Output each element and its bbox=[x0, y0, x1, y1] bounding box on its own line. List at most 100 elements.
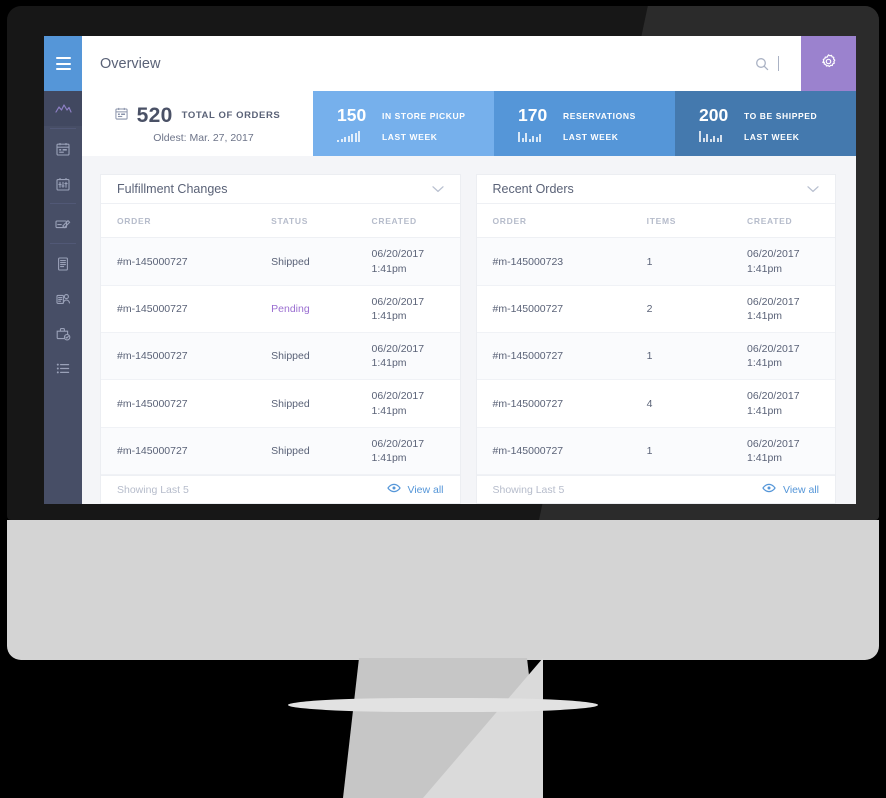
created-date: 06/20/2017 bbox=[747, 248, 800, 261]
table-row[interactable]: #m-145000727 Shipped 06/20/2017 1:41pm bbox=[101, 380, 460, 428]
monitor-stand-foot bbox=[288, 698, 598, 712]
page-title: Overview bbox=[100, 55, 161, 72]
panel-header[interactable]: Fulfillment Changes bbox=[101, 175, 460, 205]
sidebar-item-card-edit[interactable] bbox=[44, 206, 82, 241]
monitor-stand-base bbox=[7, 520, 879, 660]
cell-value: Shipped bbox=[271, 350, 310, 363]
stat-tile-in-store-pickup: 150 IN STORE PICKUP LAST WEEK bbox=[313, 91, 494, 156]
search-icon bbox=[755, 57, 769, 71]
column-header-created: CREATED bbox=[731, 204, 835, 239]
table-header-row: ORDER STATUS CREATED bbox=[101, 204, 460, 239]
cell-created: 06/20/2017 1:41pm bbox=[731, 238, 835, 285]
table-row[interactable]: #m-145000727 Shipped 06/20/2017 1:41pm bbox=[101, 332, 460, 380]
stat-total-orders: 520 TOTAL OF ORDERS Oldest: Mar. 27, 201… bbox=[82, 91, 313, 156]
sidebar-divider bbox=[50, 128, 76, 129]
cell-value: 2 bbox=[646, 302, 653, 315]
created-date: 06/20/2017 bbox=[371, 295, 425, 308]
cell-value: Shipped bbox=[271, 397, 310, 410]
cell-order: #m-145000727 bbox=[117, 397, 188, 410]
table-row[interactable]: #m-145000727 1 06/20/2017 1:41pm bbox=[476, 427, 835, 475]
view-all-button[interactable]: View all bbox=[386, 483, 444, 496]
search-input[interactable] bbox=[755, 56, 801, 71]
recent-orders-table: ORDER ITEMS CREATED #m-145000723 1 06/20/2… bbox=[476, 204, 835, 475]
created-date: 06/20/2017 bbox=[747, 295, 800, 308]
created-time: 1:41pm bbox=[371, 357, 407, 370]
cell-created: 06/20/2017 1:41pm bbox=[356, 285, 460, 332]
cell-order: #m-145000727 bbox=[492, 350, 564, 363]
cell-created: 06/20/2017 1:41pm bbox=[356, 333, 460, 380]
table-row[interactable]: #m-145000727 Shipped 06/20/2017 1:41pm bbox=[101, 237, 460, 286]
stat-tile-top: 170 RESERVATIONS bbox=[518, 105, 675, 126]
sidebar-item-calendar[interactable] bbox=[44, 131, 82, 166]
chevron-down-icon[interactable] bbox=[431, 180, 444, 198]
stat-period: LAST WEEK bbox=[744, 131, 800, 142]
cell-order: #m-145000727 bbox=[117, 255, 188, 268]
imac-mockup: Overview 520 TOTAL OF ORDERS Oldest: Mar… bbox=[0, 0, 886, 798]
gear-icon bbox=[820, 53, 837, 75]
list-bullets-icon bbox=[56, 363, 70, 374]
stat-period: LAST WEEK bbox=[382, 131, 438, 142]
panel-title: Recent Orders bbox=[492, 182, 574, 197]
analytics-mountain-icon bbox=[54, 103, 72, 115]
created-date: 06/20/2017 bbox=[747, 437, 800, 450]
hamburger-menu-icon bbox=[55, 56, 71, 72]
settings-button[interactable] bbox=[801, 36, 856, 91]
table-row[interactable]: #m-145000727 Pending 06/20/2017 1:41pm bbox=[101, 285, 460, 333]
stat-tile-bottom: LAST WEEK bbox=[337, 131, 494, 142]
sidebar-item-analytics[interactable] bbox=[44, 91, 82, 126]
cell-created: 06/20/2017 1:41pm bbox=[731, 285, 835, 332]
sidebar bbox=[44, 36, 82, 504]
stat-total-value: 520 bbox=[136, 103, 173, 127]
bar-chart-icon bbox=[699, 131, 733, 142]
table-row[interactable]: #m-145000727 2 06/20/2017 1:41pm bbox=[476, 285, 835, 333]
cell-created: 06/20/2017 1:41pm bbox=[731, 333, 835, 380]
hamburger-menu-button[interactable] bbox=[44, 36, 82, 91]
table-row[interactable]: #m-145000727 1 06/20/2017 1:41pm bbox=[476, 332, 835, 380]
card-edit-icon bbox=[55, 218, 71, 230]
stat-total-sub: Oldest: Mar. 27, 2017 bbox=[153, 131, 254, 144]
panel-header[interactable]: Recent Orders bbox=[476, 175, 835, 205]
created-date: 06/20/2017 bbox=[371, 343, 425, 356]
panel-footer: Showing Last 5 View all bbox=[101, 475, 460, 503]
screen: Overview 520 TOTAL OF ORDERS Oldest: Mar… bbox=[44, 36, 856, 504]
column-header-status: STATUS bbox=[255, 204, 356, 239]
sidebar-item-list[interactable] bbox=[44, 351, 82, 386]
sidebar-item-settings-panel[interactable] bbox=[44, 166, 82, 201]
column-header-order: ORDER bbox=[101, 204, 256, 239]
sidebar-item-fulfillment[interactable] bbox=[44, 316, 82, 351]
main-content: Overview 520 TOTAL OF ORDERS Oldest: Mar… bbox=[82, 36, 856, 504]
view-all-label: View all bbox=[783, 483, 819, 496]
table-row[interactable]: #m-145000723 1 06/20/2017 1:41pm bbox=[476, 237, 835, 286]
cell-order: #m-145000727 bbox=[117, 302, 188, 315]
stat-tile-top: 200 TO BE SHIPPED bbox=[699, 105, 856, 126]
stat-tile-top: 150 IN STORE PICKUP bbox=[337, 105, 494, 126]
cell-created: 06/20/2017 1:41pm bbox=[356, 427, 460, 474]
sidebar-item-documents[interactable] bbox=[44, 246, 82, 281]
calendar-icon bbox=[115, 107, 128, 125]
cell-value: 1 bbox=[646, 444, 653, 457]
stat-value: 150 bbox=[337, 105, 367, 125]
created-time: 1:41pm bbox=[747, 357, 783, 370]
table-row[interactable]: #m-145000727 4 06/20/2017 1:41pm bbox=[476, 380, 835, 428]
eye-icon bbox=[386, 483, 401, 496]
monitor-bezel: Overview 520 TOTAL OF ORDERS Oldest: Mar… bbox=[7, 6, 879, 520]
cell-created: 06/20/2017 1:41pm bbox=[356, 380, 460, 427]
created-time: 1:41pm bbox=[371, 451, 407, 464]
view-all-button[interactable]: View all bbox=[762, 483, 819, 496]
sidebar-item-contacts[interactable] bbox=[44, 281, 82, 316]
created-time: 1:41pm bbox=[371, 404, 407, 417]
bar-chart-icon bbox=[337, 131, 371, 142]
stat-tile-bottom: LAST WEEK bbox=[699, 131, 856, 142]
sidebar-divider bbox=[50, 203, 76, 204]
stats-strip: 520 TOTAL OF ORDERS Oldest: Mar. 27, 201… bbox=[82, 91, 856, 156]
cell-created: 06/20/2017 1:41pm bbox=[356, 238, 460, 285]
cell-created: 06/20/2017 1:41pm bbox=[731, 380, 835, 427]
document-list-icon bbox=[57, 256, 69, 271]
cell-order: #m-145000723 bbox=[492, 255, 564, 268]
table-row[interactable]: #m-145000727 Shipped 06/20/2017 1:41pm bbox=[101, 427, 460, 475]
created-time: 1:41pm bbox=[747, 404, 783, 417]
cell-created: 06/20/2017 1:41pm bbox=[731, 427, 835, 474]
stat-tile-reservations: 170 RESERVATIONS LAST WEEK bbox=[494, 91, 675, 156]
eye-icon bbox=[762, 483, 776, 496]
chevron-down-icon[interactable] bbox=[807, 180, 819, 198]
